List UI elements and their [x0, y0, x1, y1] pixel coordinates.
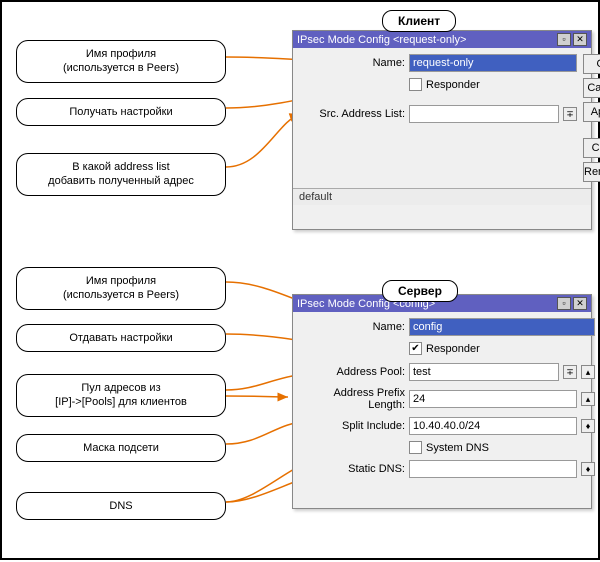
label-sdns: Static DNS: [299, 463, 405, 475]
ok-button[interactable]: OK [583, 54, 600, 74]
client-titlebar: IPsec Mode Config <request-only> ▫ ✕ [293, 31, 591, 48]
pool-input[interactable] [409, 363, 559, 381]
callout-client-profile: Имя профиля(используется в Peers) [16, 40, 226, 83]
label-prefix: Address Prefix Length: [299, 387, 405, 411]
label-src: Src. Address List: [299, 108, 405, 120]
callout-client-srclist: В какой address listдобавить полученный … [16, 153, 226, 196]
responder-checkbox[interactable] [409, 78, 422, 91]
label-pool: Address Pool: [299, 366, 405, 378]
up-icon[interactable]: ▴ [581, 392, 595, 406]
client-title: IPsec Mode Config <request-only> [297, 34, 466, 46]
sysdns-label: System DNS [426, 442, 489, 454]
server-badge: Сервер [382, 280, 458, 302]
up-down-icon[interactable]: ♦ [581, 419, 595, 433]
minimize-icon[interactable]: ▫ [557, 33, 571, 46]
client-dialog: IPsec Mode Config <request-only> ▫ ✕ Nam… [292, 30, 592, 230]
name-input[interactable] [409, 318, 595, 336]
minimize-icon[interactable]: ▫ [557, 297, 571, 310]
split-input[interactable] [409, 417, 577, 435]
dropdown-icon[interactable]: ∓ [563, 365, 577, 379]
client-badge: Клиент [382, 10, 456, 32]
callout-server-responder: Отдавать настройки [16, 324, 226, 352]
callout-server-dns: DNS [16, 492, 226, 520]
label-name: Name: [299, 321, 405, 333]
src-input[interactable] [409, 105, 559, 123]
responder-checkbox[interactable]: ✔ [409, 342, 422, 355]
apply-button[interactable]: Apply [583, 102, 600, 122]
close-icon[interactable]: ✕ [573, 297, 587, 310]
cancel-button[interactable]: Cancel [583, 78, 600, 98]
callout-client-responder: Получать настройки [16, 98, 226, 126]
callout-server-profile: Имя профиля(используется в Peers) [16, 267, 226, 310]
sdns-input[interactable] [409, 460, 577, 478]
callout-server-pool: Пул адресов из[IP]->[Pools] для клиентов [16, 374, 226, 417]
sysdns-checkbox[interactable] [409, 441, 422, 454]
responder-label: Responder [426, 343, 480, 355]
up-icon[interactable]: ▴ [581, 365, 595, 379]
callout-server-prefix: Маска подсети [16, 434, 226, 462]
prefix-input[interactable] [409, 390, 577, 408]
label-name: Name: [299, 57, 405, 69]
dropdown-icon[interactable]: ∓ [563, 107, 577, 121]
client-status: default [293, 188, 591, 205]
name-input[interactable] [409, 54, 577, 72]
copy-button[interactable]: Copy [583, 138, 600, 158]
up-down-icon[interactable]: ♦ [581, 462, 595, 476]
label-split: Split Include: [299, 420, 405, 432]
responder-label: Responder [426, 79, 480, 91]
remove-button[interactable]: Remove [583, 162, 600, 182]
close-icon[interactable]: ✕ [573, 33, 587, 46]
server-dialog: IPsec Mode Config <config> ▫ ✕ Name: ✔ R… [292, 294, 592, 509]
